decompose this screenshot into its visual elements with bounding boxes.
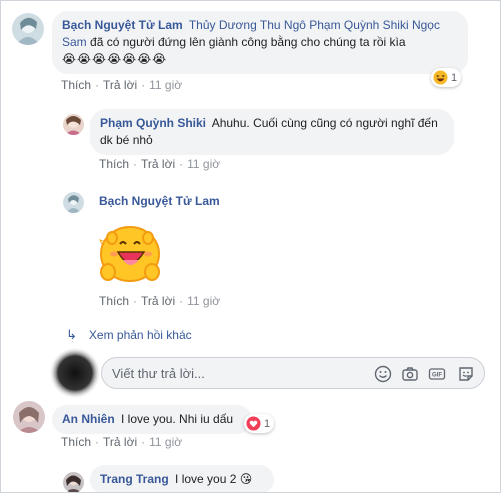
timestamp[interactable]: 11 giờ — [149, 78, 182, 92]
comment-bubble: Bạch Nguyệt Tử Lam Thủy Dương Thu Ngô Ph… — [52, 11, 468, 74]
camera-icon[interactable] — [400, 364, 420, 384]
like-link[interactable]: Thích — [99, 157, 129, 171]
sticker-icon[interactable] — [456, 364, 476, 384]
like-link[interactable]: Thích — [99, 294, 129, 308]
haha-icon — [433, 70, 448, 85]
comment-author[interactable]: Phạm Quỳnh Shiki — [100, 116, 206, 130]
comment-author[interactable]: Bạch Nguyệt Tử Lam — [62, 18, 183, 32]
avatar[interactable] — [13, 401, 45, 433]
timestamp[interactable]: 11 giờ — [187, 294, 220, 308]
avatar[interactable] — [63, 192, 84, 213]
view-more-replies-label: Xem phản hồi khác — [88, 328, 192, 342]
reaction-summary[interactable]: 1 — [431, 68, 462, 87]
like-link[interactable]: Thích — [61, 78, 91, 92]
comment-actions: Thích · Trả lời · 11 giờ — [61, 435, 183, 449]
comment-actions: Thích · Trả lời · 11 giờ — [99, 157, 221, 171]
timestamp[interactable]: 11 giờ — [187, 157, 220, 171]
comment-emoji: 😭😭😭😭😭😭😭 — [62, 52, 168, 66]
love-icon — [246, 416, 261, 431]
reply-link[interactable]: Trả lời — [141, 157, 175, 171]
comment-bubble: Trang Trang I love you 2 😘 — [90, 465, 274, 492]
reaction-count: 1 — [451, 71, 458, 84]
comment-author[interactable]: Trang Trang — [100, 472, 169, 486]
reply-link[interactable]: Trả lời — [103, 435, 137, 449]
reply-link[interactable]: Trả lời — [103, 78, 137, 92]
comment-bubble: An Nhiên I love you. Nhi iu dấu — [52, 405, 252, 434]
reply-arrow-icon: ↳ — [66, 327, 77, 342]
comment-author[interactable]: An Nhiên — [62, 412, 115, 426]
comments-panel: Bạch Nguyệt Tử Lam Thủy Dương Thu Ngô Ph… — [0, 0, 501, 493]
reply-input[interactable] — [112, 358, 362, 388]
reply-link[interactable]: Trả lời — [141, 294, 175, 308]
like-link[interactable]: Thích — [61, 435, 91, 449]
comment-author[interactable]: Bạch Nguyệt Tử Lam — [99, 194, 220, 208]
reaction-summary[interactable]: 1 — [244, 414, 275, 433]
comment-bubble: Phạm Quỳnh Shiki Ahuhu. Cuối cùng cũng c… — [90, 109, 454, 155]
timestamp[interactable]: 11 giờ — [149, 435, 182, 449]
comment-text: I love you 2 😘 — [175, 472, 253, 486]
comment-actions: Thích · Trả lời · 11 giờ — [61, 78, 183, 92]
avatar[interactable] — [63, 472, 84, 492]
emoji-icon[interactable] — [373, 364, 393, 384]
comment-text: I love you. Nhi iu dấu — [121, 412, 234, 426]
comment-text: đã có người đứng lên giành công bằng cho… — [90, 35, 406, 49]
avatar[interactable] — [12, 13, 44, 45]
reply-box: GIF — [101, 357, 485, 389]
gif-icon[interactable]: GIF — [427, 364, 447, 384]
avatar[interactable] — [49, 347, 101, 399]
avatar[interactable] — [63, 114, 84, 135]
view-more-replies-link[interactable]: ↳ Xem phản hồi khác — [66, 327, 192, 343]
sticker-icon[interactable] — [92, 216, 167, 290]
reaction-count: 1 — [264, 417, 271, 430]
svg-text:GIF: GIF — [432, 373, 442, 379]
comment-actions: Thích · Trả lời · 11 giờ — [99, 294, 221, 308]
